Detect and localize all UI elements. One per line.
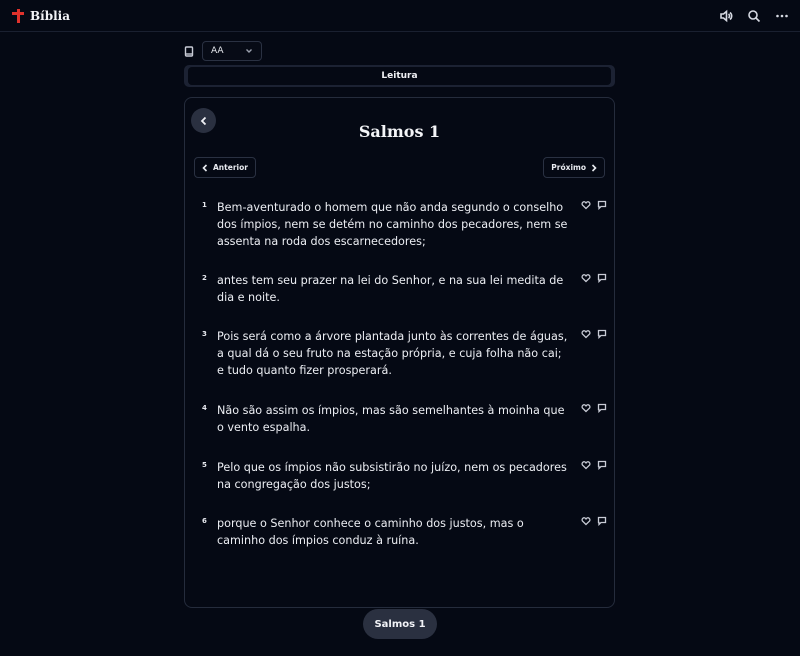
verse-5: 5 Pelo que os ímpios não subsistirão no … — [202, 459, 607, 515]
chapter-selector-pill[interactable]: Salmos 1 — [363, 609, 437, 639]
verse-actions — [581, 329, 607, 339]
book-icon[interactable] — [184, 42, 194, 61]
more-icon[interactable] — [774, 8, 790, 24]
next-chapter-button[interactable]: Próximo — [543, 157, 605, 178]
verse-number: 2 — [202, 274, 207, 282]
tab-leitura[interactable]: Leitura — [188, 67, 611, 85]
verse-actions — [581, 460, 607, 470]
verse-number: 1 — [202, 201, 207, 209]
verse-list: 1 Bem-aventurado o homem que não anda se… — [202, 199, 607, 555]
font-size-select[interactable]: AA — [202, 41, 262, 61]
comment-icon[interactable] — [597, 460, 607, 470]
brand[interactable]: Bíblia — [12, 8, 70, 23]
cross-icon — [12, 8, 24, 23]
heart-icon[interactable] — [581, 403, 591, 413]
verse-1: 1 Bem-aventurado o homem que não anda se… — [202, 199, 607, 272]
heart-icon[interactable] — [581, 200, 591, 210]
previous-label: Anterior — [213, 163, 248, 172]
verse-actions — [581, 200, 607, 210]
speaker-icon[interactable] — [718, 8, 734, 24]
chapter-title: Salmos 1 — [358, 122, 441, 141]
tab-bar: Leitura — [184, 65, 615, 87]
reader-controls: AA — [184, 41, 262, 61]
verse-2: 2 antes tem seu prazer na lei do Senhor,… — [202, 272, 607, 328]
verse-text: Pelo que os ímpios não subsistirão no ju… — [217, 461, 567, 491]
verse-number: 5 — [202, 461, 207, 469]
top-actions — [718, 0, 790, 32]
chevron-right-icon — [591, 163, 597, 172]
verse-number: 6 — [202, 517, 207, 525]
top-bar: Bíblia — [0, 0, 800, 32]
verse-actions — [581, 516, 607, 526]
chevron-down-icon — [246, 49, 252, 53]
search-icon[interactable] — [746, 8, 762, 24]
verse-number: 3 — [202, 330, 207, 338]
chevron-left-icon — [202, 163, 208, 172]
verse-actions — [581, 273, 607, 283]
font-size-value: AA — [211, 46, 224, 56]
next-label: Próximo — [551, 163, 586, 172]
comment-icon[interactable] — [597, 516, 607, 526]
verse-4: 4 Não são assim os ímpios, mas são semel… — [202, 402, 607, 459]
heart-icon[interactable] — [581, 273, 591, 283]
comment-icon[interactable] — [597, 329, 607, 339]
verse-number: 4 — [202, 404, 207, 412]
verse-text: porque o Senhor conhece o caminho dos ju… — [217, 517, 524, 547]
comment-icon[interactable] — [597, 273, 607, 283]
verse-6: 6 porque o Senhor conhece o caminho dos … — [202, 515, 607, 555]
heart-icon[interactable] — [581, 460, 591, 470]
heart-icon[interactable] — [581, 329, 591, 339]
previous-chapter-button[interactable]: Anterior — [194, 157, 256, 178]
app-title: Bíblia — [30, 8, 70, 23]
verse-actions — [581, 403, 607, 413]
comment-icon[interactable] — [597, 200, 607, 210]
verse-3: 3 Pois será como a árvore plantada junto… — [202, 328, 607, 402]
comment-icon[interactable] — [597, 403, 607, 413]
heart-icon[interactable] — [581, 516, 591, 526]
verse-text: Não são assim os ímpios, mas são semelha… — [217, 404, 565, 434]
verse-text: Bem-aventurado o homem que não anda segu… — [217, 201, 568, 248]
verse-text: Pois será como a árvore plantada junto à… — [217, 330, 568, 377]
verse-text: antes tem seu prazer na lei do Senhor, e… — [217, 274, 564, 304]
reader-card: Salmos 1 Anterior Próximo 1 Bem-aventura… — [184, 97, 615, 608]
